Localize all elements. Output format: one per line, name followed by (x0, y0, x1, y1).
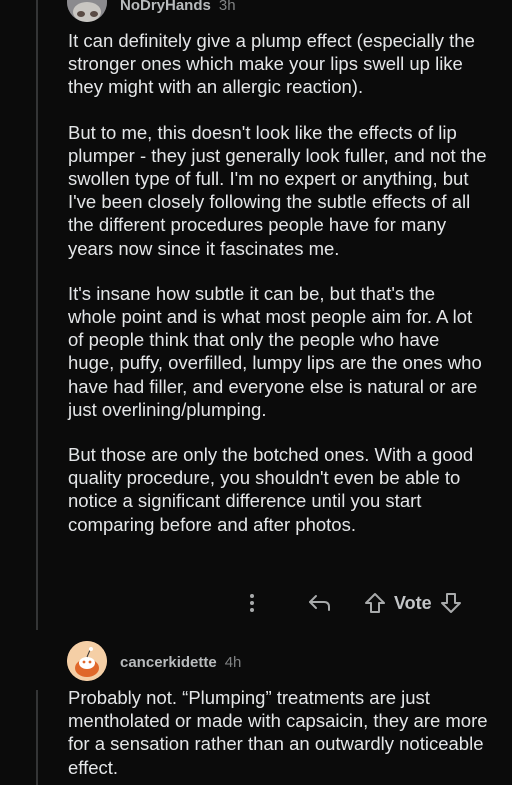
comment-time: 3h (218, 0, 236, 14)
upvote-arrow-icon[interactable] (362, 588, 388, 618)
reply-arrow-icon[interactable] (306, 588, 334, 618)
comment-author[interactable]: cancerkidette (120, 654, 217, 671)
comment-header: cancerkidette 4h (68, 646, 488, 678)
thread-line[interactable] (36, 0, 38, 630)
vote-label: Vote (394, 592, 432, 613)
downvote-arrow-icon[interactable] (438, 588, 464, 618)
comment-time: 4h (224, 653, 242, 671)
comment-paragraph: It's insane how subtle it can be, but th… (68, 282, 482, 420)
comment-paragraph: But to me, this doesn't look like the ef… (68, 121, 487, 259)
comment-header: NoDryHands 3h (68, 0, 488, 21)
comment-action-bar: Vote (240, 588, 464, 618)
comment-body: It can definitely give a plump effect (e… (68, 29, 488, 558)
comment-paragraph: It can definitely give a plump effect (e… (68, 30, 475, 98)
thread-line[interactable] (36, 690, 38, 785)
comment-author[interactable]: NoDryHands (120, 0, 211, 14)
comment-paragraph: But those are only the botched ones. Wit… (68, 444, 474, 535)
more-vertical-icon[interactable] (240, 588, 264, 618)
comment-body: Probably not. “Plumping” treatments are … (68, 686, 488, 785)
comment-paragraph: Probably not. “Plumping” treatments are … (68, 687, 488, 778)
